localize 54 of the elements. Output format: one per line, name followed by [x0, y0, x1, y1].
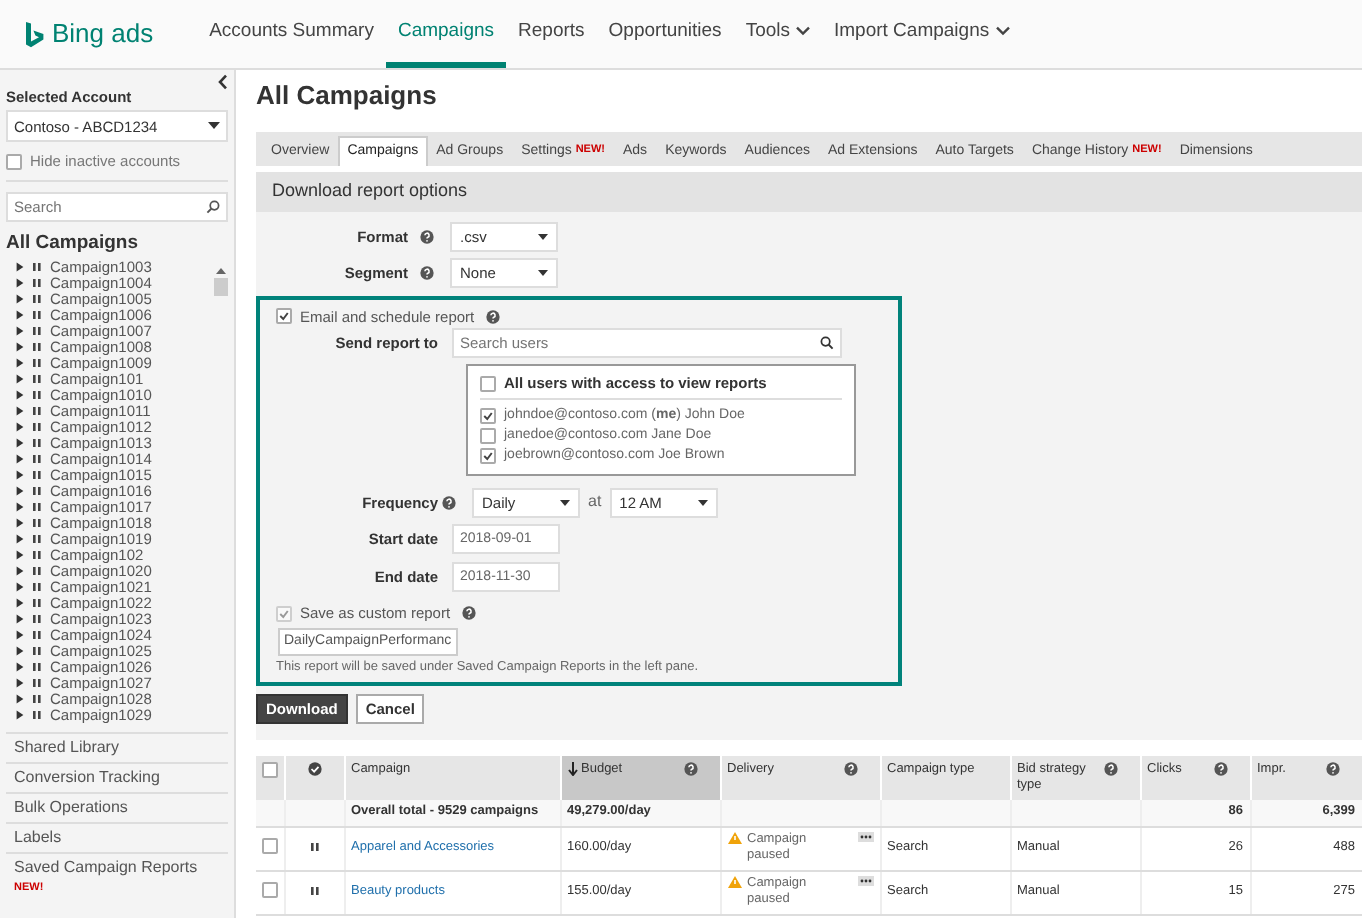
pause-icon: [309, 885, 319, 896]
page-title: All Campaigns: [256, 80, 439, 113]
help-icon[interactable]: [442, 495, 456, 510]
sidebar-link[interactable]: Shared Library: [6, 731, 228, 762]
caret-icon: [538, 234, 548, 240]
help-icon[interactable]: [462, 606, 477, 621]
checkbox[interactable]: [6, 154, 22, 171]
help-icon[interactable]: [1325, 762, 1339, 777]
warning-icon: [727, 832, 741, 845]
search-icon[interactable]: [206, 199, 220, 214]
tree-title: All Campaigns: [6, 231, 140, 256]
checkbox[interactable]: [480, 428, 496, 445]
help-icon[interactable]: [843, 762, 857, 777]
row-checkbox[interactable]: [262, 881, 278, 898]
logo-icon: [24, 19, 44, 49]
section-header: Download report options: [256, 172, 1362, 211]
status-icon: [307, 762, 321, 777]
warning-icon: [727, 876, 741, 889]
nav-link[interactable]: Opportunities: [596, 0, 734, 68]
checkbox[interactable]: [276, 308, 292, 325]
help-icon[interactable]: [1103, 762, 1117, 777]
checkbox[interactable]: [480, 375, 496, 392]
nav-link[interactable]: Accounts Summary: [197, 0, 386, 68]
nav-link[interactable]: Campaigns: [385, 0, 507, 68]
help-icon[interactable]: [486, 309, 501, 324]
caret-icon: [208, 122, 220, 131]
checkbox[interactable]: [480, 408, 496, 425]
nav-link[interactable]: Import Campaigns: [822, 0, 1022, 68]
pause-icon: [309, 841, 319, 852]
checkbox[interactable]: [480, 448, 496, 465]
sidebar-link[interactable]: Conversion Tracking: [6, 761, 228, 792]
more-icon[interactable]: [857, 876, 873, 887]
field-label: at: [588, 492, 602, 513]
row-checkbox[interactable]: [262, 837, 278, 854]
nav-link[interactable]: Reports: [506, 0, 597, 68]
chevron-down-icon: [995, 26, 1010, 36]
scrollbar-thumb[interactable]: [213, 277, 227, 296]
more-icon[interactable]: [857, 832, 873, 843]
select-all-checkbox[interactable]: [262, 762, 278, 779]
sort-arrow-icon[interactable]: [567, 762, 577, 777]
help-icon[interactable]: [683, 762, 697, 777]
help-icon[interactable]: [420, 230, 434, 244]
caret-icon: [560, 499, 570, 506]
collapse-icon[interactable]: [218, 74, 228, 90]
logo-text: Bing ads: [52, 17, 154, 51]
nav-link[interactable]: Tools: [733, 0, 822, 68]
search-icon[interactable]: [820, 335, 834, 350]
sidebar-link[interactable]: Labels: [6, 821, 228, 852]
help-icon[interactable]: [420, 266, 434, 280]
sidebar-link[interactable]: Bulk Operations: [6, 791, 228, 822]
help-icon[interactable]: [1213, 762, 1227, 777]
caret-icon: [538, 270, 548, 276]
chevron-down-icon: [796, 26, 810, 36]
caret-icon: [697, 499, 708, 506]
